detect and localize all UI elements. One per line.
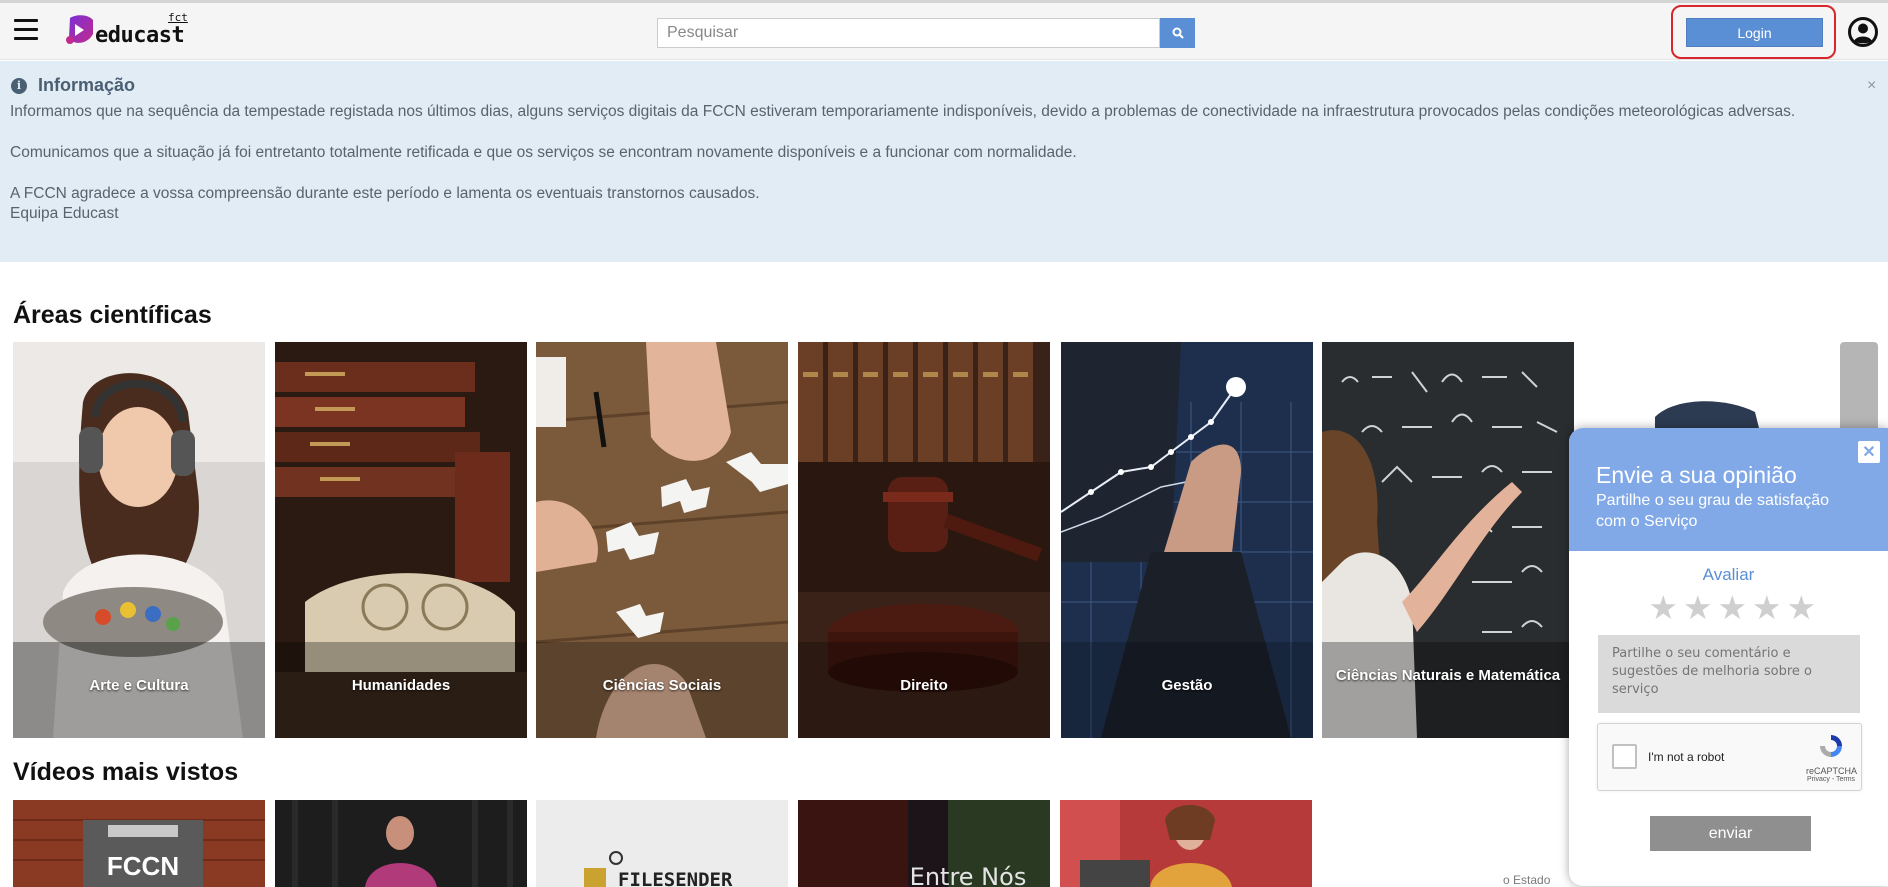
area-label: Ciências Naturais e Matemática: [1335, 667, 1561, 684]
area-card-ciencias-naturais-matematica[interactable]: Ciências Naturais e Matemática: [1322, 342, 1574, 738]
info-line-3: A FCCN agradece a vossa compreensão dura…: [10, 185, 760, 202]
search-input[interactable]: [657, 18, 1160, 48]
feedback-panel: Envie a sua opinião Partilhe o seu grau …: [1569, 428, 1888, 886]
video-thumb-entre-nos[interactable]: Entre Nós: [798, 800, 1050, 887]
info-body: Informamos que na sequência da tempestad…: [10, 102, 1850, 224]
video-thumb-image: [1060, 800, 1312, 887]
search-icon: [1172, 27, 1184, 39]
educast-logo[interactable]: educast fct: [66, 11, 196, 51]
captcha-links[interactable]: Privacy - Terms: [1806, 776, 1856, 783]
video-thumb-image: FCCN: [13, 800, 265, 887]
star-icon[interactable]: ★: [1750, 590, 1785, 626]
area-label: Arte e Cultura: [89, 677, 189, 694]
logo-fct: fct: [168, 11, 188, 24]
video-thumb-presenter[interactable]: [1060, 800, 1312, 887]
info-line-2: Comunicamos que a situação já foi entret…: [10, 144, 1077, 161]
area-card-gestao[interactable]: Gestão: [1061, 342, 1313, 738]
video-thumb-image: Entre Nós: [798, 800, 1050, 887]
search-button[interactable]: [1160, 18, 1195, 48]
top-bar: educast fct Login: [0, 0, 1888, 60]
video-thumb-image: FILESENDER: [536, 800, 788, 887]
video-thumb-filesender[interactable]: FILESENDER: [536, 800, 788, 887]
user-account-icon[interactable]: [1848, 17, 1878, 47]
area-card-arte-cultura[interactable]: Arte e Cultura: [13, 342, 265, 738]
star-icon[interactable]: ★: [1715, 590, 1750, 626]
feedback-close-icon[interactable]: ✕: [1858, 441, 1880, 463]
feedback-subtitle: Partilhe o seu grau de satisfação com o …: [1596, 492, 1830, 530]
menu-icon[interactable]: [14, 19, 38, 41]
rate-label: Avaliar: [1702, 565, 1755, 584]
recaptcha-icon: [1820, 735, 1842, 757]
star-icon[interactable]: ★: [1646, 590, 1681, 626]
star-icon[interactable]: ★: [1681, 590, 1716, 626]
star-rating: ★ ★ ★ ★ ★: [1646, 590, 1819, 626]
area-label: Humanidades: [351, 677, 451, 694]
info-close-icon[interactable]: ×: [1867, 77, 1876, 95]
areas-title: Áreas científicas: [13, 301, 212, 329]
star-icon[interactable]: ★: [1784, 590, 1819, 626]
captcha-label: I'm not a robot: [1648, 750, 1725, 764]
comment-textarea[interactable]: [1598, 635, 1860, 713]
svg-text:FILESENDER: FILESENDER: [618, 869, 733, 887]
search-bar: [657, 18, 1195, 48]
logo-text: educast: [95, 23, 185, 48]
svg-text:FCCN: FCCN: [107, 851, 179, 881]
logo-mark-icon: [66, 15, 93, 44]
videos-title: Vídeos mais vistos: [13, 758, 239, 786]
area-label: Ciências Sociais: [602, 677, 722, 694]
feedback-header: Envie a sua opinião Partilhe o seu grau …: [1569, 428, 1888, 551]
area-card-direito[interactable]: Direito: [798, 342, 1050, 738]
info-banner: i Informação × Informamos que na sequênc…: [0, 61, 1888, 262]
svg-text:Entre Nós: Entre Nós: [910, 863, 1027, 887]
info-title-text: Informação: [38, 75, 136, 95]
info-title: i Informação: [11, 75, 135, 96]
login-button[interactable]: Login: [1686, 18, 1823, 47]
area-label: Direito: [900, 677, 948, 694]
send-button[interactable]: enviar: [1650, 816, 1811, 851]
info-icon: i: [11, 77, 27, 94]
recaptcha-logo: reCAPTCHA Privacy - Terms: [1806, 732, 1858, 783]
info-line-1: Informamos que na sequência da tempestad…: [10, 103, 1796, 120]
captcha-brand: reCAPTCHA: [1806, 766, 1858, 776]
area-card-humanidades[interactable]: Humanidades: [275, 342, 527, 738]
partial-caption: o Estado: [1503, 873, 1551, 887]
captcha-checkbox[interactable]: [1612, 744, 1637, 769]
info-line-4: Equipa Educast: [10, 205, 119, 222]
video-thumb-fccn[interactable]: FCCN: [13, 800, 265, 887]
feedback-title: Envie a sua opinião: [1596, 462, 1797, 488]
recaptcha-widget: I'm not a robot reCAPTCHA Privacy - Term…: [1597, 723, 1862, 791]
video-thumb-speaker[interactable]: [275, 800, 527, 887]
area-label: Gestão: [1161, 677, 1213, 694]
video-thumb-image: [275, 800, 527, 887]
area-card-ciencias-sociais[interactable]: Ciências Sociais: [536, 342, 788, 738]
